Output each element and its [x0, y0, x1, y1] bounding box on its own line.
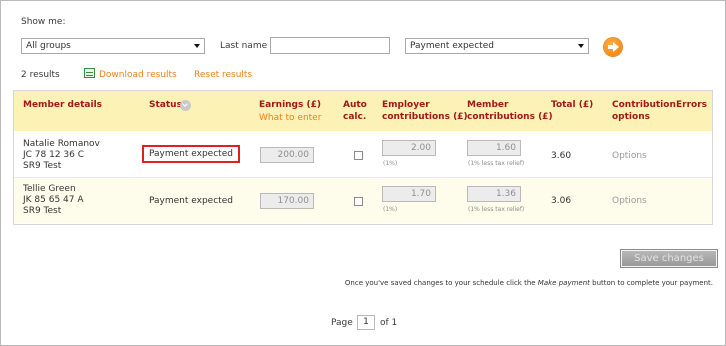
member-scheme: SR9 Test	[23, 206, 62, 216]
earnings-input[interactable]: 200.00	[260, 147, 314, 163]
group-select-value: All groups	[26, 41, 71, 51]
header-errors: Errors	[676, 100, 708, 110]
employer-hint: (1%)	[383, 160, 398, 167]
member-ni: JK 85 65 47 A	[23, 195, 84, 205]
member-input[interactable]: 1.36	[467, 186, 521, 202]
sort-chevron-icon[interactable]	[180, 100, 191, 111]
options-link[interactable]: Options	[612, 151, 647, 161]
member-input[interactable]: 1.60	[467, 140, 521, 156]
employer-input[interactable]: 1.70	[382, 186, 436, 202]
status-text: Payment expected	[149, 149, 233, 159]
header-employer-1: Employer	[382, 100, 430, 110]
spreadsheet-icon	[84, 68, 95, 78]
chevron-down-icon	[194, 44, 200, 48]
status-select[interactable]: Payment expected	[405, 38, 589, 54]
page-frame: Show me: All groups Last name Payment ex…	[0, 0, 726, 346]
member-name: Natalie Romanov	[23, 139, 100, 149]
member-hint: (1% less tax relief)	[468, 206, 525, 213]
group-select[interactable]: All groups	[21, 38, 205, 54]
member-hint: (1% less tax relief)	[468, 160, 525, 167]
save-note: Once you've saved changes to your schedu…	[344, 279, 713, 287]
row-total: 3.60	[551, 151, 572, 161]
employer-input[interactable]: 2.00	[382, 140, 436, 156]
row-total: 3.06	[551, 196, 572, 206]
header-member-2: contributions (£)	[467, 112, 553, 122]
header-auto-calc-2: calc.	[343, 112, 367, 122]
status-text: Payment expected	[149, 196, 233, 206]
member-ni: JC 78 12 36 C	[23, 150, 85, 160]
results-table: Member details Status Earnings (£) What …	[13, 90, 713, 225]
header-employer-2: contributions (£)	[382, 112, 468, 122]
member-scheme: SR9 Test	[23, 161, 62, 171]
header-total: Total (£)	[551, 100, 594, 110]
page-number-input[interactable]: 1	[357, 315, 375, 330]
make-payment-emphasis: Make payment	[537, 279, 590, 287]
save-changes-button[interactable]: Save changes	[620, 249, 718, 268]
header-contribution-2: options	[612, 112, 650, 122]
table-row: Natalie Romanov JC 78 12 36 C SR9 Test P…	[14, 131, 712, 178]
options-link[interactable]: Options	[612, 196, 647, 206]
show-me-label: Show me:	[21, 17, 66, 27]
page-of-label: of 1	[380, 318, 398, 328]
page-label: Page	[331, 318, 353, 328]
employer-hint: (1%)	[383, 206, 398, 213]
auto-calc-checkbox[interactable]	[354, 151, 363, 160]
last-name-input[interactable]	[270, 37, 390, 54]
auto-calc-checkbox[interactable]	[354, 197, 363, 206]
header-member-1: Member	[467, 100, 509, 110]
table-row: Tellie Green JK 85 65 47 A SR9 Test Paym…	[14, 179, 712, 223]
status-select-value: Payment expected	[410, 41, 494, 51]
download-results-link[interactable]: Download results	[99, 70, 177, 80]
header-earnings: Earnings (£)	[259, 100, 321, 110]
go-button[interactable]	[604, 38, 622, 56]
header-member-details: Member details	[23, 100, 103, 110]
what-to-enter-link[interactable]: What to enter	[259, 112, 321, 124]
header-auto-calc-1: Auto	[343, 100, 367, 110]
header-contribution-1: Contribution	[612, 100, 676, 110]
member-name: Tellie Green	[23, 184, 76, 194]
header-status[interactable]: Status	[149, 99, 182, 111]
results-count: 2 results	[21, 70, 60, 80]
chevron-down-icon	[578, 44, 584, 48]
reset-results-link[interactable]: Reset results	[194, 70, 252, 80]
status-highlight-box: Payment expected	[142, 145, 240, 163]
earnings-input[interactable]: 170.00	[260, 193, 314, 209]
last-name-label: Last name	[220, 41, 268, 51]
table-header: Member details Status Earnings (£) What …	[14, 91, 712, 131]
